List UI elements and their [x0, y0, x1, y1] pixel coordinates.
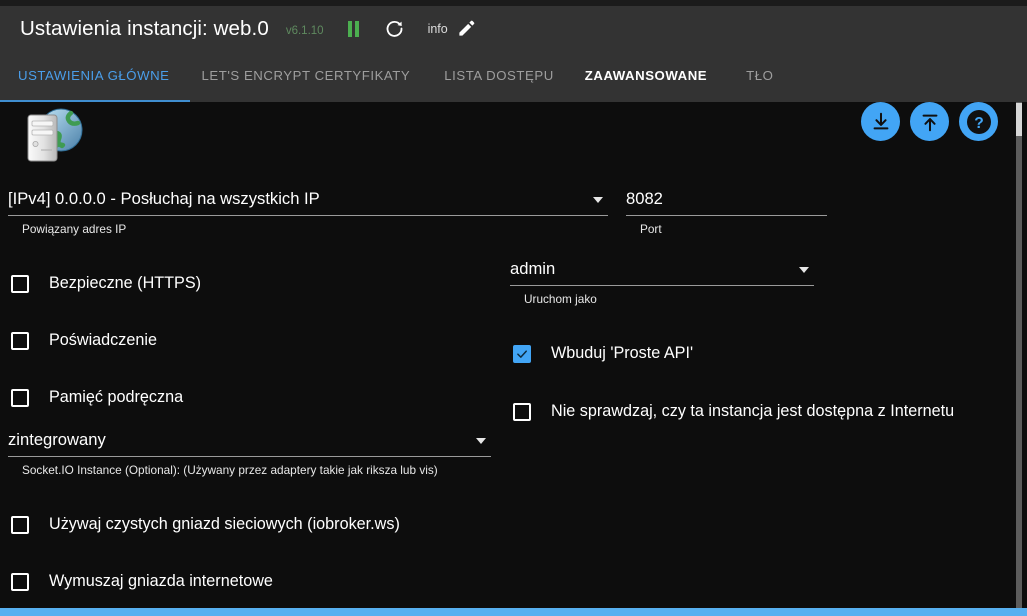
checkbox-no-internet-check[interactable]: Nie sprawdzaj, czy ta instancja jest dos…: [513, 402, 954, 421]
checkbox-label: Poświadczenie: [49, 331, 157, 349]
tab-tlo[interactable]: TŁO: [746, 51, 773, 102]
tab-lets-encrypt[interactable]: LET'S ENCRYPT CERTYFIKATY: [202, 51, 411, 102]
chevron-down-icon: [593, 197, 603, 203]
checkbox-label: Nie sprawdzaj, czy ta instancja jest dos…: [551, 402, 955, 420]
socket-io-label: Socket.IO Instance (Optional): (Używany …: [22, 463, 438, 477]
bind-ip-value: [IPv4] 0.0.0.0 - Posłuchaj na wszystkich…: [8, 189, 320, 208]
checkbox-force-web-sockets[interactable]: Wymuszaj gniazda internetowe: [11, 572, 273, 591]
scrollbar-thumb[interactable]: [1016, 103, 1022, 136]
checkbox-box: [11, 388, 29, 407]
checkbox-box: [11, 331, 29, 350]
run-as-label: Uruchom jako: [524, 292, 597, 306]
download-button[interactable]: [861, 102, 900, 141]
checkbox-box: [513, 402, 531, 421]
port-input[interactable]: 8082 Port: [626, 189, 827, 236]
svg-text:?: ?: [974, 114, 984, 131]
checkbox-box: [11, 515, 29, 534]
action-buttons: ?: [861, 102, 998, 141]
version-label: v6.1.10: [285, 25, 324, 37]
checkbox-secure-https[interactable]: Bezpieczne (HTTPS): [11, 274, 201, 293]
socket-io-select[interactable]: zintegrowany Socket.IO Instance (Optiona…: [8, 430, 491, 477]
refresh-icon[interactable]: [384, 18, 406, 40]
run-as-value: admin: [510, 259, 556, 278]
checkbox-label: Wymuszaj gniazda internetowe: [49, 572, 273, 590]
title-bar: Ustawienia instancji: web.0 v6.1.10 info: [0, 6, 1027, 51]
tab-ustawienia-glowne[interactable]: USTAWIENIA GŁÓWNE: [18, 51, 170, 102]
server-globe-icon: [14, 106, 92, 168]
port-value: 8082: [626, 189, 663, 208]
checkbox-label: Wbuduj 'Proste API': [551, 344, 694, 362]
bind-ip-select[interactable]: [IPv4] 0.0.0.0 - Posłuchaj na wszystkich…: [8, 189, 608, 236]
checkbox-box: [11, 274, 29, 293]
tab-lista-dostepu[interactable]: LISTA DOSTĘPU: [444, 51, 554, 102]
pause-icon[interactable]: [343, 18, 365, 40]
port-label: Port: [640, 222, 662, 236]
vertical-scrollbar[interactable]: [1016, 102, 1022, 608]
chevron-down-icon: [476, 438, 486, 444]
instance-settings-window: Ustawienia instancji: web.0 v6.1.10 info…: [0, 0, 1027, 616]
socket-io-value: zintegrowany: [8, 430, 106, 449]
checkbox-authentication[interactable]: Poświadczenie: [11, 331, 157, 350]
tab-bar: USTAWIENIA GŁÓWNE LET'S ENCRYPT CERTYFIK…: [0, 51, 1027, 102]
tab-zaawansowane[interactable]: ZAAWANSOWANE: [585, 51, 707, 102]
pencil-icon[interactable]: [456, 18, 478, 40]
checkbox-box: [11, 572, 29, 591]
checkbox-cache[interactable]: Pamięć podręczna: [11, 388, 183, 407]
run-as-select[interactable]: admin Uruchom jako: [510, 259, 814, 306]
help-button[interactable]: ?: [959, 102, 998, 141]
settings-content: ? [IPv4] 0.0.0.0 - Posłuchaj na wszystki…: [0, 102, 1027, 608]
checkbox-label: Pamięć podręczna: [49, 388, 184, 406]
checkbox-box: [513, 344, 531, 363]
checkbox-label: Używaj czystych gniazd sieciowych (iobro…: [49, 515, 400, 533]
bind-ip-label: Powiązany adres IP: [22, 222, 127, 236]
upload-button[interactable]: [910, 102, 949, 141]
chevron-down-icon: [799, 267, 809, 273]
page-title: Ustawienia instancji: web.0: [20, 16, 269, 40]
checkbox-label: Bezpieczne (HTTPS): [49, 274, 202, 292]
info-link[interactable]: info: [428, 22, 448, 36]
checkbox-pure-web-sockets[interactable]: Używaj czystych gniazd sieciowych (iobro…: [11, 515, 400, 534]
checkbox-simple-api[interactable]: Wbuduj 'Proste API': [513, 344, 693, 363]
bottom-accent-bar: [0, 608, 1027, 616]
